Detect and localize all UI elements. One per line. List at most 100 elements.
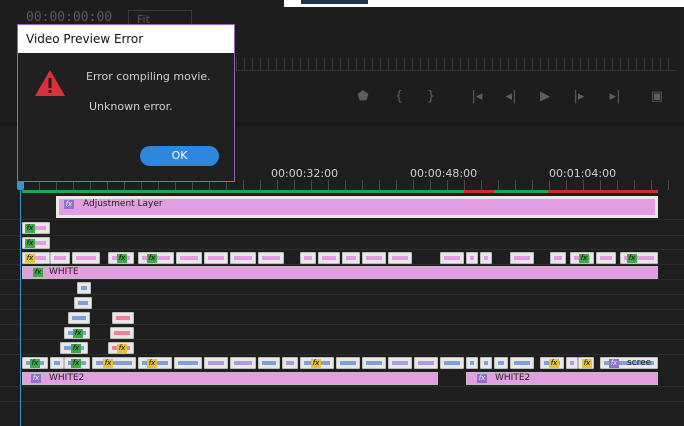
add-marker-icon[interactable]: ⬟	[352, 86, 374, 108]
playhead-line[interactable]	[20, 182, 21, 426]
clip[interactable]	[204, 357, 228, 369]
clip[interactable]	[466, 252, 478, 264]
error-dialog: Video Preview Error Error compiling movi…	[17, 24, 235, 182]
track-divider	[0, 354, 684, 355]
clip[interactable]: fx	[64, 327, 90, 339]
clip[interactable]	[388, 357, 412, 369]
clip[interactable]: fx	[540, 357, 564, 369]
clip[interactable]	[258, 252, 284, 264]
fx-badge: fx	[103, 359, 113, 368]
step-forward-icon[interactable]: |▸	[568, 86, 590, 108]
clip[interactable]: fx	[64, 357, 90, 369]
clip[interactable]	[176, 252, 202, 264]
ruler-tick-label: 00:00:48:00	[410, 167, 478, 180]
clip[interactable]	[72, 252, 100, 264]
clip[interactable]	[342, 252, 360, 264]
track-divider	[0, 339, 684, 340]
track-divider	[0, 324, 684, 325]
play-icon[interactable]: ▶	[534, 86, 556, 108]
fx-badge: fx	[609, 359, 619, 368]
clip[interactable]	[494, 357, 508, 369]
clip[interactable]	[258, 357, 280, 369]
clip[interactable]	[336, 357, 360, 369]
clip[interactable]	[282, 357, 298, 369]
render-bar-unrendered	[464, 190, 494, 193]
clip[interactable]	[362, 252, 386, 264]
clip-label: Adjustment Layer	[83, 199, 163, 209]
clip[interactable]	[510, 252, 534, 264]
clip[interactable]	[50, 357, 64, 369]
clip[interactable]: fx	[92, 357, 136, 369]
clip[interactable]	[550, 252, 566, 264]
fx-badge: fx	[30, 359, 40, 368]
clip[interactable]: fx	[108, 252, 134, 264]
monitor-timecode[interactable]: 00:00:00:00	[26, 10, 112, 25]
clip[interactable]	[362, 357, 386, 369]
clip[interactable]: fx	[300, 357, 334, 369]
clip[interactable]	[414, 357, 438, 369]
lift-icon[interactable]: ▣	[646, 86, 668, 108]
clip[interactable]: fx	[138, 357, 172, 369]
fx-badge: fx	[73, 329, 83, 338]
clip[interactable]	[596, 252, 616, 264]
clip[interactable]	[230, 252, 256, 264]
clip[interactable]	[318, 252, 340, 264]
track-divider	[0, 294, 684, 295]
clip[interactable]	[74, 297, 92, 309]
clip[interactable]	[480, 252, 492, 264]
clip[interactable]: fx	[22, 357, 48, 369]
preview-frame-inner	[301, 0, 368, 4]
white2-clip[interactable]: fx WHITE2	[466, 372, 658, 385]
error-message: Error compiling movie.	[86, 70, 211, 83]
clip[interactable]	[440, 357, 464, 369]
fx-badge: fx	[64, 200, 74, 209]
render-bar-unrendered	[548, 190, 658, 193]
ruler-tick-label: 00:00:32:00	[271, 167, 339, 180]
clip[interactable]: fx	[578, 357, 594, 369]
clip[interactable]	[77, 282, 91, 294]
fx-badge: fx	[117, 344, 127, 353]
clip[interactable]: fx	[138, 252, 174, 264]
white-clip[interactable]: fx WHITE	[22, 266, 658, 279]
step-back-icon[interactable]: ◂|	[500, 86, 522, 108]
fx-badge: fx	[579, 254, 589, 263]
clip[interactable]	[566, 357, 578, 369]
clip[interactable]: fx	[22, 237, 50, 249]
clip[interactable]	[204, 252, 228, 264]
clip[interactable]: fx	[108, 342, 134, 354]
fx-badge: fx	[33, 268, 43, 277]
clip-label: WHITE	[49, 267, 79, 277]
clip[interactable]: fx	[570, 252, 594, 264]
clip[interactable]	[110, 327, 134, 339]
track-divider	[0, 235, 684, 236]
clip[interactable]	[440, 252, 464, 264]
go-to-in-icon[interactable]: |◂	[466, 86, 488, 108]
clip[interactable]	[466, 357, 478, 369]
clip[interactable]: fx	[620, 252, 658, 264]
clip[interactable]	[112, 312, 134, 324]
clip[interactable]	[300, 252, 316, 264]
fx-badge: fx	[25, 224, 35, 233]
clip[interactable]: fx	[22, 252, 50, 264]
clip[interactable]	[174, 357, 202, 369]
mark-out-icon[interactable]: }	[420, 86, 442, 108]
clip[interactable]	[230, 357, 256, 369]
clip[interactable]: fx	[22, 222, 50, 234]
adjustment-layer-clip[interactable]: fx Adjustment Layer	[56, 196, 658, 218]
warning-icon	[35, 70, 65, 96]
go-to-out-icon[interactable]: ▸|	[604, 86, 626, 108]
clip[interactable]	[510, 357, 534, 369]
scree-clip[interactable]: fx scree	[600, 357, 658, 369]
mark-in-icon[interactable]: {	[388, 86, 410, 108]
ok-button[interactable]: OK	[140, 146, 219, 166]
monitor-ruler[interactable]	[236, 58, 676, 70]
fx-badge: fx	[549, 359, 559, 368]
clip[interactable]	[480, 357, 492, 369]
clip[interactable]	[388, 252, 412, 264]
white2-clip[interactable]: fx WHITE2	[22, 372, 438, 385]
fx-badge: fx	[71, 344, 81, 353]
clip[interactable]: fx	[60, 342, 88, 354]
clip[interactable]	[68, 312, 90, 324]
clip[interactable]	[50, 252, 70, 264]
fx-badge: fx	[311, 359, 321, 368]
